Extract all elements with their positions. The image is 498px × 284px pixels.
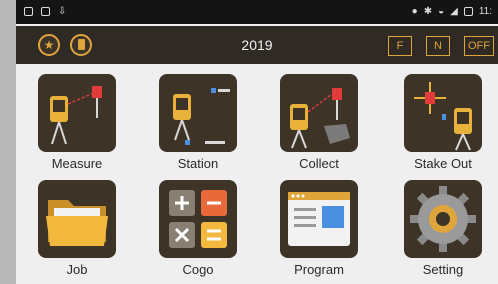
app-label: Stake Out [414,156,472,171]
bluetooth-icon: ✱ [423,6,433,17]
app-station[interactable]: Station [153,74,243,174]
collect-icon [280,74,358,152]
tablet-screen: ⇩ ● ✱ ◒ ◢ 11: ★ 2019 F N OFF Measure Sta… [16,0,498,284]
battery-status-icon [463,7,473,16]
app-program[interactable]: Program [274,180,364,280]
app-measure[interactable]: Measure [32,74,122,174]
f-button[interactable]: F [388,36,412,56]
program-window-icon [280,180,358,258]
station-icon [159,74,237,152]
app-cogo[interactable]: Cogo [153,180,243,280]
lock-notification-icon [41,7,50,16]
app-label: Station [177,156,219,171]
signal-icon: ◢ [450,6,458,17]
title-bar: ★ 2019 F N OFF [16,26,498,64]
app-collect[interactable]: Collect [274,74,364,174]
location-icon: ● [411,6,418,17]
status-left-icons: ⇩ [24,6,66,17]
app-grid: Measure Station Collect Stake Out Job Co… [16,64,498,284]
app-label: Program [294,262,344,277]
image-notification-icon [24,7,33,16]
app-label: Cogo [182,262,214,277]
calculator-icon [159,180,237,258]
n-button[interactable]: N [426,36,450,56]
stake-out-icon [404,74,482,152]
wifi-icon: ◒ [438,6,445,17]
app-setting[interactable]: Setting [398,180,488,280]
download-icon: ⇩ [58,6,67,17]
gear-icon [404,180,482,258]
status-time: 11: [478,6,492,17]
folder-icon [38,180,116,258]
status-bar: ⇩ ● ✱ ◒ ◢ 11: [16,0,498,24]
status-right-icons: ● ✱ ◒ ◢ 11: [412,6,492,17]
measure-icon [38,74,116,152]
app-label: Setting [422,262,464,277]
app-job[interactable]: Job [32,180,122,280]
app-label: Measure [51,156,103,171]
off-button[interactable]: OFF [464,36,494,56]
app-label: Collect [299,156,339,171]
app-stake-out[interactable]: Stake Out [398,74,488,174]
app-label: Job [66,262,88,277]
